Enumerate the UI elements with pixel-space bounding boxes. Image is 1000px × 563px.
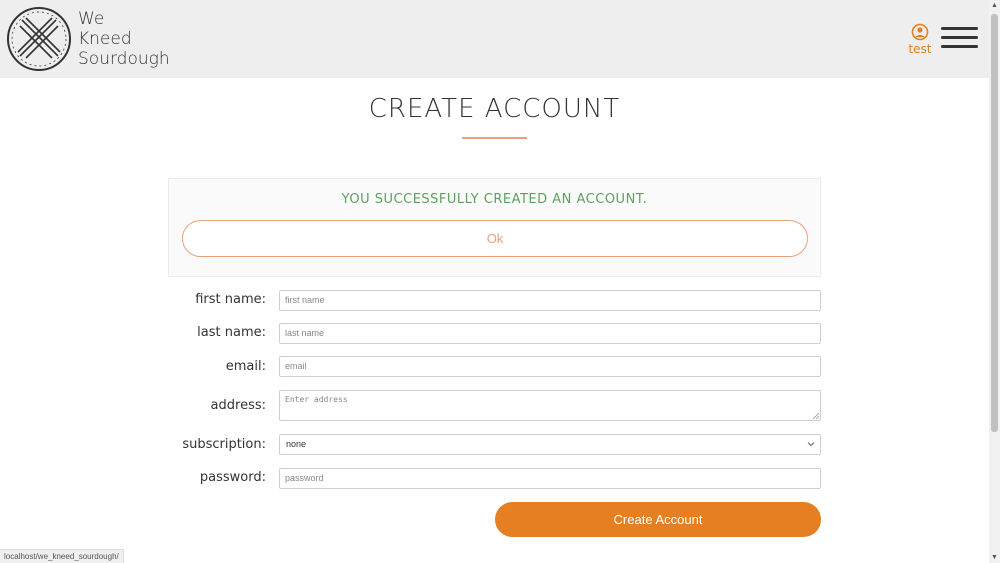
last-name-label: last name: [197,325,266,340]
first-name-label: first name: [195,292,266,307]
status-bar-url: localhost/we_kneed_sourdough/ [0,549,124,563]
scroll-up-arrow-icon[interactable]: ▲ [989,0,1000,11]
resize-grip-icon[interactable] [813,413,819,419]
address-label: address: [210,398,266,413]
subscription-label: subscription: [182,437,266,452]
brand-line-1: We [78,9,105,29]
success-message: YOU SUCCESSFULLY CREATED AN ACCOUNT. [341,192,648,207]
password-input[interactable]: password [279,468,821,489]
last-name-input[interactable]: last name [279,323,821,344]
subscription-select[interactable]: none [279,434,821,455]
brand-line-3: Sourdough [78,49,170,69]
user-account-label[interactable]: test [904,42,936,56]
password-label: password: [199,470,266,485]
subscription-selected-value: none [286,439,307,449]
address-placeholder: Enter address [285,395,348,404]
title-divider [462,137,527,139]
brand-name[interactable]: We Kneed Sourdough [78,9,170,69]
success-alert: YOU SUCCESSFULLY CREATED AN ACCOUNT. Ok [168,178,821,277]
page-scrollbar[interactable]: ▲ ▼ [989,0,1000,563]
user-circle-icon[interactable] [911,23,929,41]
email-input[interactable]: email [279,356,821,377]
page-title: CREATE ACCOUNT [368,94,621,124]
scroll-down-arrow-icon[interactable]: ▼ [989,552,1000,563]
hamburger-menu-icon[interactable] [941,27,978,51]
crossed-whisks-logo-icon[interactable] [6,6,72,72]
address-textarea[interactable]: Enter address [279,390,821,421]
site-header: We Kneed Sourdough test [0,0,989,78]
first-name-input[interactable]: first name [279,290,821,311]
create-account-button[interactable]: Create Account [495,502,821,537]
chevron-down-icon [807,442,815,447]
ok-button[interactable]: Ok [182,220,808,257]
email-label: email: [225,359,266,374]
scrollbar-thumb[interactable] [991,14,998,432]
brand-line-2: Kneed [78,29,132,49]
